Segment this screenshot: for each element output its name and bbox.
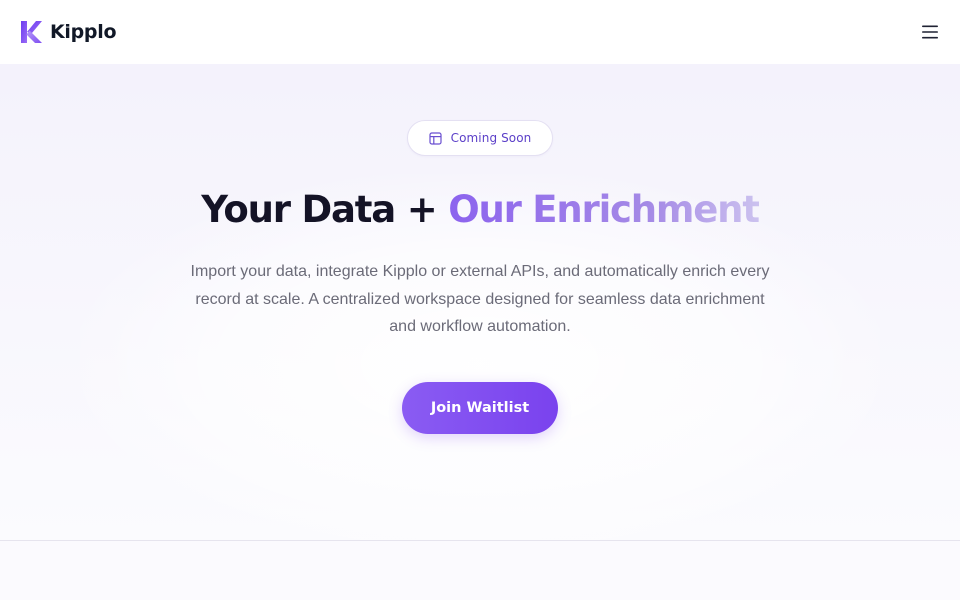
join-waitlist-button[interactable]: Join Waitlist (402, 381, 558, 434)
menu-button[interactable] (910, 12, 950, 52)
badge-label: Coming Soon (450, 131, 532, 145)
hero-content: Coming Soon Your Data + Our Enrichment I… (0, 64, 960, 434)
hero-description: Import your data, integrate Kipplo or ex… (190, 263, 770, 335)
layout-panel-icon (428, 131, 442, 145)
hero-section: Coming Soon Your Data + Our Enrichment I… (0, 64, 960, 540)
headline-main-text: Your Data + (201, 188, 449, 231)
hero-headline: Your Data + Our Enrichment (201, 186, 760, 234)
kipplo-k-logo-icon (21, 21, 42, 43)
brand-name: Kipplo (50, 21, 117, 43)
next-section (0, 541, 960, 600)
brand-home-link[interactable]: Kipplo (20, 20, 117, 44)
site-header: Kipplo (0, 0, 960, 64)
hamburger-menu-icon (922, 25, 938, 39)
headline-accent-text: Our Enrichment (448, 188, 760, 231)
coming-soon-badge: Coming Soon (406, 120, 554, 156)
